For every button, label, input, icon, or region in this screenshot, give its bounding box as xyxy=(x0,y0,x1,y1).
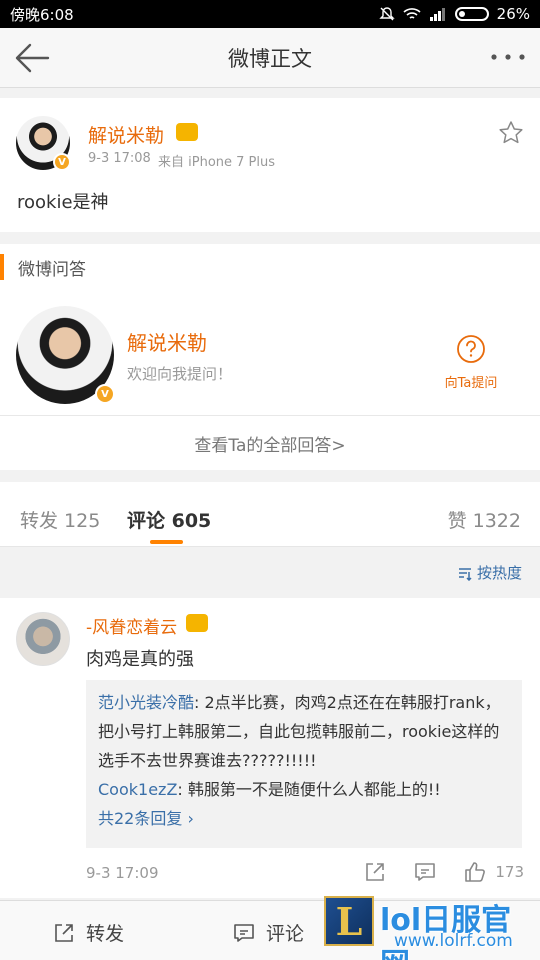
qa-title: 微博问答 xyxy=(18,259,86,280)
sort-by-hot-button[interactable]: 按热度 xyxy=(457,562,522,583)
comment-time: 9-3 17:09 xyxy=(86,864,159,882)
forward-icon[interactable] xyxy=(363,860,387,884)
more-replies-label: 共22条回复 xyxy=(98,809,183,828)
repost-label: 转发 xyxy=(86,923,125,945)
commenter-avatar[interactable] xyxy=(16,612,70,666)
post-author-name[interactable]: 解说米勒 xyxy=(88,121,164,148)
tab-like[interactable]: 赞 1322 xyxy=(448,506,521,533)
reply-author[interactable]: Cook1ezZ xyxy=(98,780,177,799)
battery-icon xyxy=(454,7,489,21)
reply-author[interactable]: 范小光装冷酷 xyxy=(98,693,194,712)
more-replies-link[interactable]: 共22条回复 › xyxy=(98,804,510,833)
view-all-answers-link[interactable]: 查看Ta的全部回答> xyxy=(0,416,540,470)
battery-level: 26% xyxy=(496,5,530,23)
sort-icon xyxy=(458,567,472,581)
comment-label: 评论 xyxy=(266,923,305,945)
qa-subtitle: 欢迎向我提问！ xyxy=(127,365,233,383)
thumbs-up-icon xyxy=(465,862,486,882)
commenter-name[interactable]: -风眷恋着云 xyxy=(86,613,177,638)
reply-item: Cook1ezZ: 韩服第一不是随便什么人都能上的!! xyxy=(98,775,510,804)
reply-text: : 韩服第一不是随便什么人都能上的!! xyxy=(177,780,441,799)
ask-question-label: 向Ta提问 xyxy=(444,376,498,391)
comment-bubble-icon xyxy=(234,923,254,942)
signal-icon xyxy=(429,8,445,21)
favorite-star-icon[interactable] xyxy=(498,120,524,146)
watermark-logo: L xyxy=(324,896,374,946)
tab-repost[interactable]: 转发 125 xyxy=(20,506,100,533)
wifi-icon xyxy=(403,8,421,19)
sort-label: 按热度 xyxy=(476,564,522,582)
post-time: 9-3 17:08 xyxy=(88,151,151,166)
more-icon[interactable] xyxy=(488,42,528,72)
comment-button[interactable]: 评论 xyxy=(232,919,304,946)
repost-button[interactable]: 转发 xyxy=(52,919,124,946)
mute-icon xyxy=(378,7,395,21)
nav-bar: 微博正文 xyxy=(0,28,540,88)
like-button[interactable]: 173 xyxy=(463,860,524,884)
watermark-url: www.lolrf.com xyxy=(394,931,513,951)
reply-item: 范小光装冷酷: 2点半比赛，肉鸡2点还在在韩服打rank，把小号打上韩服第二，自… xyxy=(98,688,510,775)
comment-icon[interactable] xyxy=(413,860,437,884)
active-tab-indicator xyxy=(150,540,183,544)
qa-accent-bar xyxy=(0,254,4,280)
reply-box[interactable]: 范小光装冷酷: 2点半比赛，肉鸡2点还在在韩服打rank，把小号打上韩服第二，自… xyxy=(86,680,522,848)
vip-crown-icon xyxy=(176,123,198,141)
repost-icon xyxy=(55,923,73,942)
status-bar: 傍晚6:08 26% xyxy=(0,0,540,28)
chevron-right-icon: › xyxy=(187,809,194,828)
verified-badge-icon: V xyxy=(53,153,71,171)
page-title: 微博正文 xyxy=(228,46,312,71)
qa-header: 微博问答 xyxy=(0,244,540,290)
qa-name[interactable]: 解说米勒 xyxy=(127,327,207,356)
status-time: 傍晚6:08 xyxy=(10,5,74,24)
tab-comment[interactable]: 评论 605 xyxy=(127,506,211,533)
interaction-tabs: 转发 125 评论 605 赞 1322 xyxy=(0,482,540,547)
post-text: rookie是神 xyxy=(17,192,109,213)
ask-question-button[interactable]: 向Ta提问 xyxy=(440,334,502,391)
qa-verified-badge-icon: V xyxy=(95,384,115,404)
like-count: 173 xyxy=(495,863,524,881)
comment-text: 肉鸡是真的强 xyxy=(86,649,194,670)
post-source: 来自 iPhone 7 Plus xyxy=(158,155,276,170)
watermark: L lol日服官网 www.lolrf.com xyxy=(322,893,540,960)
commenter-vip-crown-icon xyxy=(186,614,208,632)
comment-actions: 173 xyxy=(363,860,524,884)
back-arrow-icon[interactable] xyxy=(12,38,52,78)
question-icon xyxy=(457,335,485,363)
